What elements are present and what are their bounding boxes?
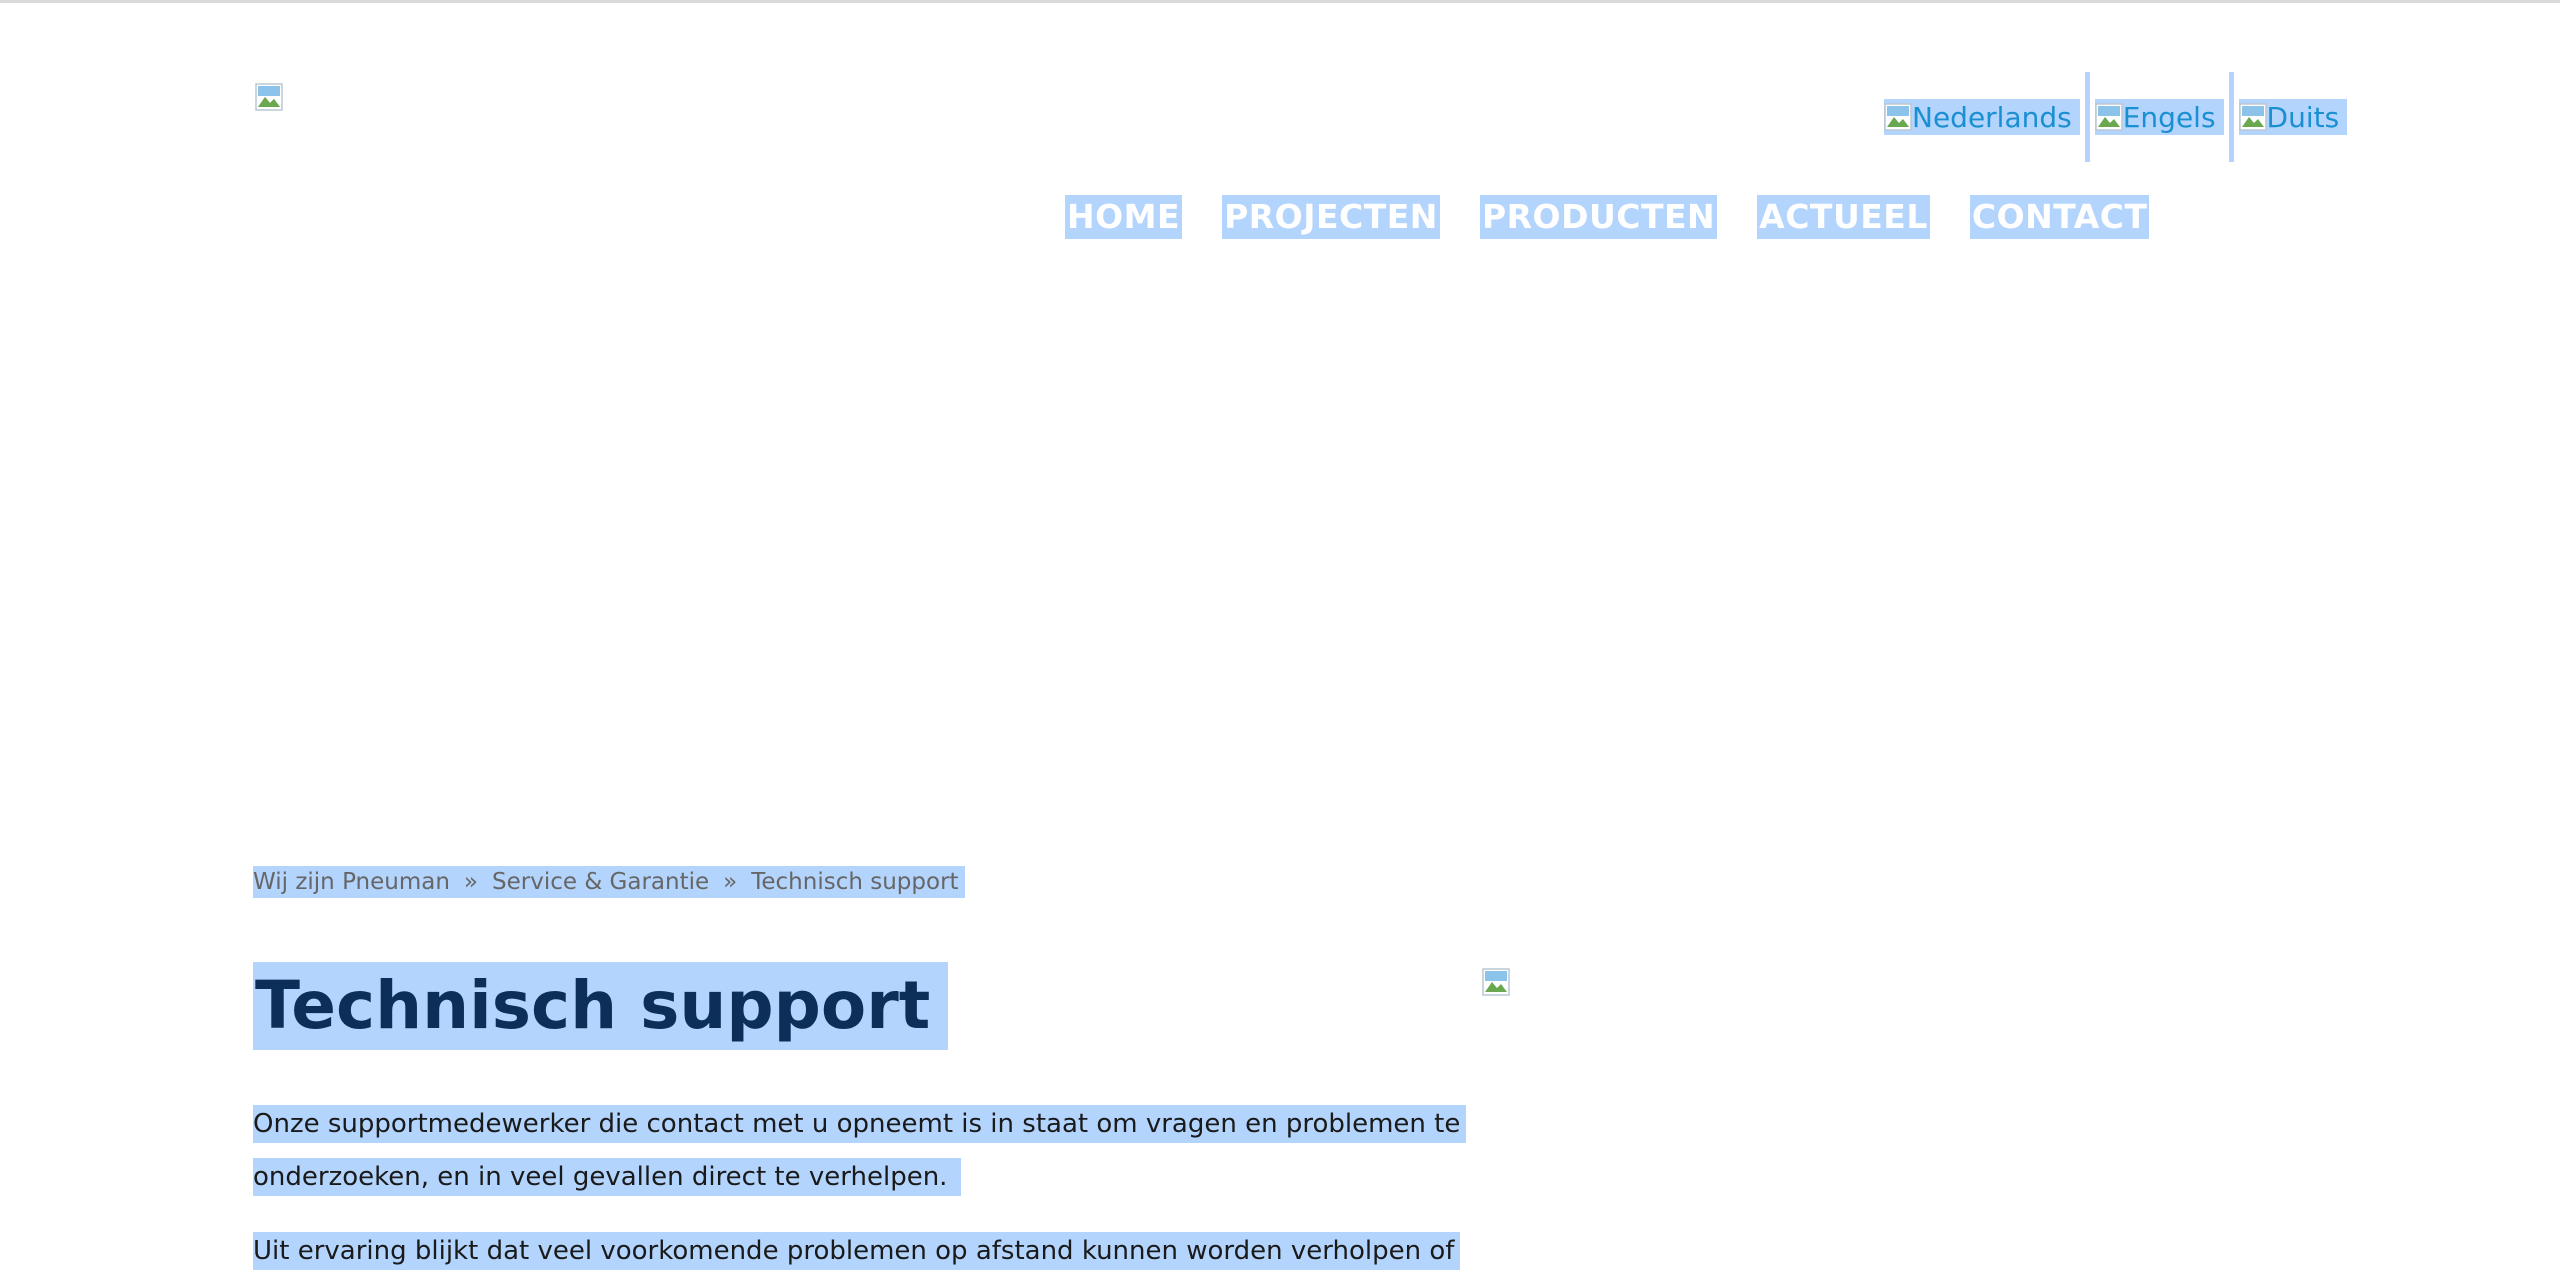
breadcrumb: Wij zijn Pneuman » Service & Garantie » … <box>253 866 965 898</box>
nav-home[interactable]: HOME <box>1065 195 1183 239</box>
broken-image-icon <box>2094 103 2123 131</box>
lang-engels[interactable]: Engels <box>2093 72 2226 162</box>
side-image <box>1482 968 1510 1000</box>
lang-divider <box>2084 72 2090 162</box>
logo-link[interactable] <box>255 83 284 113</box>
nav-actueel[interactable]: ACTUEEL <box>1757 195 1930 239</box>
paragraph-line: Onze supportmedewerker die contact met u… <box>253 1105 1467 1143</box>
broken-image-icon <box>1482 968 1510 996</box>
broken-image-icon <box>255 83 283 111</box>
breadcrumb-separator: » <box>723 869 738 895</box>
page-title: Technisch support <box>253 962 949 1050</box>
broken-image-icon <box>1884 103 1912 131</box>
lang-divider <box>2228 72 2234 162</box>
language-switcher: Nederlands Engels Duits <box>1882 72 2349 162</box>
lang-duits[interactable]: Duits <box>2237 72 2350 162</box>
nav-producten[interactable]: PRODUCTEN <box>1479 195 1718 239</box>
breadcrumb-item-service-garantie[interactable]: Service & Garantie <box>492 869 709 895</box>
lang-label: Duits <box>2266 100 2340 134</box>
breadcrumb-separator: » <box>463 869 478 895</box>
breadcrumb-item-wij-zijn-pneuman[interactable]: Wij zijn Pneuman <box>253 869 450 895</box>
broken-image-icon <box>2238 103 2267 131</box>
main-nav: HOME PROJECTEN PRODUCTEN ACTUEEL CONTACT <box>1065 195 2150 239</box>
lang-nederlands[interactable]: Nederlands <box>1882 72 2082 162</box>
nav-projecten[interactable]: PROJECTEN <box>1222 195 1440 239</box>
nav-contact[interactable]: CONTACT <box>1969 195 2150 239</box>
paragraph-line: onderzoeken, en in veel gevallen direct … <box>253 1158 962 1196</box>
breadcrumb-item-current: Technisch support <box>751 869 959 895</box>
top-border <box>0 0 2560 3</box>
lang-label: Engels <box>2122 100 2216 134</box>
paragraph-line: Uit ervaring blijkt dat veel voorkomende… <box>253 1232 1461 1270</box>
lang-label: Nederlands <box>1912 100 2072 134</box>
